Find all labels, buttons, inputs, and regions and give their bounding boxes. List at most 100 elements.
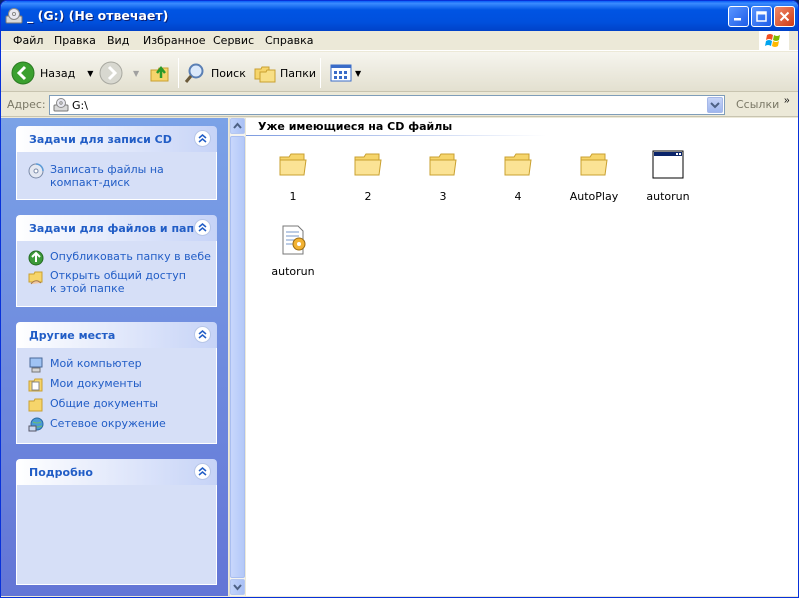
- place-network[interactable]: Сетевое окружение: [28, 417, 166, 433]
- panel-header[interactable]: Задачи для файлов и папок: [16, 215, 217, 241]
- scroll-down-button[interactable]: [230, 579, 245, 595]
- title-bar[interactable]: _ (G:) (Не отвечает): [1, 1, 798, 31]
- panel-header[interactable]: Подробно: [16, 459, 217, 485]
- file-item[interactable]: autorun: [631, 149, 705, 203]
- group-title: Уже имеющиеся на CD файлы: [258, 120, 453, 133]
- close-button[interactable]: [774, 6, 795, 27]
- task-burn-cd[interactable]: Записать файлы на компакт-диск: [28, 163, 180, 189]
- panel-details: Подробно: [16, 459, 217, 585]
- cd-drive-icon: [5, 8, 23, 24]
- file-name: autorun: [271, 265, 315, 278]
- file-name: 2: [364, 190, 372, 203]
- panel-title: Подробно: [29, 466, 93, 479]
- links-chevron-icon[interactable]: »: [784, 95, 790, 106]
- minimize-button[interactable]: [728, 6, 749, 27]
- shared-documents-icon: [28, 398, 43, 412]
- cd-drive-small-icon: [53, 98, 69, 112]
- views-button[interactable]: ▼: [329, 59, 361, 87]
- back-button[interactable]: Назад ▼: [11, 59, 93, 87]
- views-icon: [330, 64, 352, 82]
- task-label[interactable]: Записать файлы на компакт-диск: [50, 163, 180, 189]
- my-computer-icon: [29, 357, 43, 373]
- burn-cd-icon: [28, 163, 44, 179]
- search-label: Поиск: [211, 66, 246, 80]
- panel-cd-tasks: Задачи для записи CD Записать файлы на к…: [16, 126, 217, 200]
- back-label: Назад: [40, 66, 76, 80]
- panel-body: Записать файлы на компакт-диск: [16, 152, 217, 200]
- menu-file[interactable]: Файл: [13, 34, 43, 47]
- share-folder-icon: [28, 271, 43, 285]
- collapse-chevron-icon[interactable]: [194, 463, 211, 480]
- collapse-chevron-icon[interactable]: [194, 326, 211, 343]
- folder-icon: [429, 153, 457, 176]
- my-documents-icon: [28, 378, 43, 392]
- file-name: 4: [514, 190, 522, 203]
- publish-web-icon: [28, 250, 44, 266]
- file-name: autorun: [646, 190, 690, 203]
- menu-edit[interactable]: Правка: [54, 34, 96, 47]
- panel-body: [16, 485, 217, 585]
- task-label[interactable]: Сетевое окружение: [50, 417, 166, 430]
- file-item[interactable]: 2: [331, 149, 405, 203]
- panel-other-places: Другие места Мой компьютер Мои документы: [16, 322, 217, 444]
- toolbar-separator: [320, 58, 321, 88]
- menu-help[interactable]: Справка: [265, 34, 313, 47]
- menu-view[interactable]: Вид: [107, 34, 129, 47]
- place-shared-documents[interactable]: Общие документы: [28, 397, 158, 413]
- address-input[interactable]: G:\: [49, 95, 725, 115]
- address-dropdown-button[interactable]: [707, 97, 723, 113]
- file-item[interactable]: 1: [256, 149, 330, 203]
- panel-header[interactable]: Другие места: [16, 322, 217, 348]
- task-label[interactable]: Мой компьютер: [50, 357, 142, 370]
- toolbar-separator: [178, 58, 179, 88]
- folders-button[interactable]: Папки: [253, 59, 316, 87]
- collapse-chevron-icon[interactable]: [194, 130, 211, 147]
- network-icon: [28, 417, 44, 432]
- folder-icon: [354, 153, 382, 176]
- task-share-folder[interactable]: Открыть общий доступ к этой папке: [28, 269, 190, 295]
- back-dropdown-icon[interactable]: ▼: [87, 69, 93, 78]
- chevron-down-icon: [710, 102, 720, 109]
- windows-logo: [759, 31, 789, 51]
- close-icon: [779, 11, 790, 22]
- address-bar: Адрес: G:\ Ссылки »: [1, 93, 798, 117]
- address-value: G:\: [72, 99, 88, 112]
- file-item[interactable]: autorun: [256, 224, 330, 278]
- maximize-button[interactable]: [751, 6, 772, 27]
- file-item[interactable]: AutoPlay: [557, 149, 631, 203]
- task-label[interactable]: Мои документы: [50, 377, 142, 390]
- menu-favorites[interactable]: Избранное: [143, 34, 205, 47]
- task-label[interactable]: Общие документы: [50, 397, 158, 410]
- explorer-window: _ (G:) (Не отвечает) Файл Правка Вид Изб…: [0, 0, 799, 598]
- task-pane: Задачи для записи CD Записать файлы на к…: [1, 118, 228, 596]
- panel-header[interactable]: Задачи для записи CD: [16, 126, 217, 152]
- folder-icon: [580, 153, 608, 176]
- place-my-computer[interactable]: Мой компьютер: [28, 357, 142, 373]
- up-button[interactable]: [148, 59, 172, 87]
- forward-button[interactable]: ▼: [99, 59, 139, 87]
- menu-tools[interactable]: Сервис: [213, 34, 254, 47]
- scroll-thumb[interactable]: [230, 136, 245, 578]
- folder-icon: [504, 153, 532, 176]
- panel-title: Другие места: [29, 329, 116, 342]
- task-pane-scrollbar[interactable]: [229, 118, 245, 596]
- folder-icon: [279, 153, 307, 176]
- links-label[interactable]: Ссылки: [736, 98, 779, 111]
- views-dropdown-icon[interactable]: ▼: [355, 69, 361, 78]
- file-name: 1: [289, 190, 297, 203]
- panel-title: Задачи для записи CD: [29, 133, 172, 146]
- file-name: 3: [439, 190, 447, 203]
- windows-flag-icon: [765, 34, 780, 47]
- task-label[interactable]: Открыть общий доступ к этой папке: [50, 269, 190, 295]
- task-publish-web[interactable]: Опубликовать папку в вебе: [28, 250, 211, 266]
- search-button[interactable]: Поиск: [183, 59, 246, 87]
- file-item[interactable]: 3: [406, 149, 480, 203]
- file-item[interactable]: 4: [481, 149, 555, 203]
- scroll-up-button[interactable]: [230, 118, 245, 134]
- file-view[interactable]: Уже имеющиеся на CD файлы 1 2 3 4 AutoPl…: [246, 118, 798, 596]
- folder-up-icon: [150, 65, 169, 82]
- group-divider: [246, 135, 546, 136]
- task-label[interactable]: Опубликовать папку в вебе: [50, 250, 211, 263]
- place-my-documents[interactable]: Мои документы: [28, 377, 142, 393]
- collapse-chevron-icon[interactable]: [194, 219, 211, 236]
